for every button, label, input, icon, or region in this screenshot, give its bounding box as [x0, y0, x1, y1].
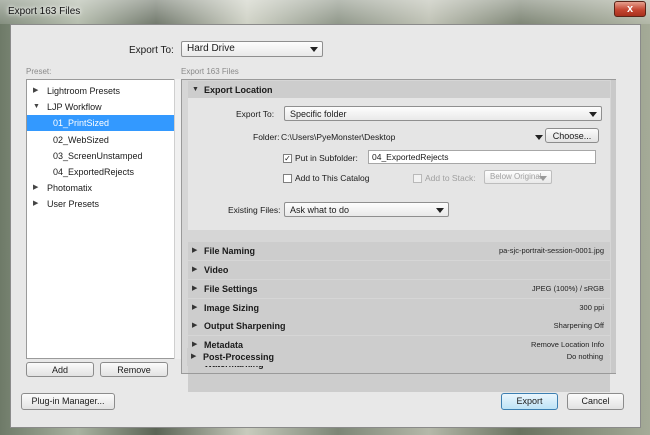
- section-title: Video: [204, 265, 229, 275]
- collapsed-icon[interactable]: ▶: [33, 180, 38, 196]
- collapsed-icon[interactable]: ▶: [191, 348, 196, 366]
- section-summary: Sharpening Off: [553, 321, 604, 330]
- title-bar: Export 163 Files x: [0, 0, 650, 24]
- preset-group-lightroom[interactable]: ▶ Lightroom Presets: [27, 83, 174, 99]
- preset-label: Preset:: [26, 67, 52, 76]
- existing-files-value: Ask what to do: [290, 205, 350, 215]
- section-summary: pa-sjc-portrait-session-0001.jpg: [498, 246, 604, 255]
- subfolder-input[interactable]: 04_ExportedRejects: [368, 150, 596, 164]
- section-title: Output Sharpening: [204, 321, 286, 331]
- preset-item-exportedrejects[interactable]: 04_ExportedRejects: [27, 164, 174, 180]
- export-to-row: Export To: Hard Drive: [11, 41, 642, 61]
- plugin-manager-button[interactable]: Plug-in Manager...: [21, 393, 115, 410]
- export-to-value: Hard Drive: [187, 43, 235, 54]
- collapsed-icon[interactable]: ▶: [192, 317, 197, 335]
- tree-item-label: 04_ExportedRejects: [53, 167, 135, 177]
- collapsed-icon[interactable]: ▶: [33, 196, 38, 212]
- tree-item-label: 02_WebSized: [53, 135, 109, 145]
- window-title: Export 163 Files: [8, 6, 81, 17]
- expanded-icon[interactable]: ▼: [33, 99, 40, 115]
- chevron-down-icon: [310, 47, 318, 52]
- section-title: Post-Processing: [203, 352, 275, 362]
- section-post-processing-row[interactable]: ▶ Post-Processing Do nothing: [187, 348, 609, 366]
- preset-group-ljp-workflow[interactable]: ▼ LJP Workflow: [27, 99, 174, 115]
- settings-panel: ▼ Export Location Export To: Specific fo…: [181, 79, 616, 392]
- close-button[interactable]: x: [614, 1, 646, 17]
- section-summary: JPEG (100%) / sRGB: [531, 284, 604, 293]
- folder-label: Folder:: [253, 132, 280, 142]
- location-export-to-label: Export To:: [236, 109, 275, 119]
- section-output-sharpening[interactable]: ▶ Output Sharpening Sharpening Off: [188, 317, 610, 335]
- chevron-down-icon: [539, 176, 547, 181]
- stack-position-select[interactable]: Below Original: [484, 170, 552, 184]
- preset-tree[interactable]: ▶ Lightroom Presets ▼ LJP Workflow 01_Pr…: [26, 79, 185, 359]
- location-export-to-value: Specific folder: [290, 109, 347, 119]
- subfolder-checkbox[interactable]: ✓: [283, 154, 292, 163]
- tree-item-label: 03_ScreenUnstamped: [53, 151, 143, 161]
- subfolder-label: Put in Subfolder:: [295, 153, 358, 163]
- expanded-icon[interactable]: ▼: [192, 81, 199, 99]
- chevron-down-icon: [436, 208, 444, 213]
- section-video[interactable]: ▶ Video: [188, 261, 610, 279]
- location-export-to-select[interactable]: Specific folder: [284, 106, 602, 121]
- existing-files-select[interactable]: Ask what to do: [284, 202, 449, 217]
- collapsed-icon[interactable]: ▶: [192, 280, 197, 298]
- export-dialog: Export To: Hard Drive Preset: Export 163…: [10, 24, 641, 428]
- add-to-catalog-checkbox[interactable]: [283, 174, 292, 183]
- existing-files-label: Existing Files:: [228, 205, 281, 215]
- preset-item-screenunstamped[interactable]: 03_ScreenUnstamped: [27, 148, 174, 164]
- tree-item-label: LJP Workflow: [47, 102, 102, 112]
- collapsed-icon[interactable]: ▶: [192, 299, 197, 317]
- section-image-sizing[interactable]: ▶ Image Sizing 300 ppi: [188, 299, 610, 317]
- tree-item-label: 01_PrintSized: [53, 118, 110, 128]
- preset-group-photomatix[interactable]: ▶ Photomatix: [27, 180, 174, 196]
- preset-group-user-presets[interactable]: ▶ User Presets: [27, 196, 174, 212]
- collapsed-icon[interactable]: ▶: [192, 242, 197, 260]
- add-to-stack-label: Add to Stack:: [425, 173, 476, 183]
- preset-item-websized[interactable]: 02_WebSized: [27, 132, 174, 148]
- add-to-catalog-label: Add to This Catalog: [295, 173, 370, 183]
- remove-preset-button[interactable]: Remove: [100, 362, 168, 377]
- tree-item-label: Lightroom Presets: [47, 86, 121, 96]
- collapsed-icon[interactable]: ▶: [33, 83, 38, 99]
- section-file-naming[interactable]: ▶ File Naming pa-sjc-portrait-session-00…: [188, 242, 610, 260]
- chevron-down-icon: [589, 112, 597, 117]
- folder-dropdown-icon[interactable]: [535, 135, 543, 140]
- section-export-location[interactable]: ▼ Export Location: [188, 81, 610, 99]
- section-title: File Settings: [204, 284, 258, 294]
- cancel-button[interactable]: Cancel: [567, 393, 624, 410]
- export-location-body: Export To: Specific folder Folder: C:\Us…: [188, 98, 610, 230]
- folder-path: C:\Users\PyeMonster\Desktop: [281, 132, 396, 142]
- add-preset-button[interactable]: Add: [26, 362, 94, 377]
- section-summary: Do nothing: [566, 352, 603, 361]
- section-post-processing[interactable]: [188, 374, 610, 392]
- section-summary: 300 ppi: [579, 303, 604, 312]
- preset-item-printsized[interactable]: 01_PrintSized: [27, 115, 174, 131]
- collapsed-icon[interactable]: ▶: [192, 261, 197, 279]
- export-count-label: Export 163 Files: [181, 67, 239, 76]
- export-button[interactable]: Export: [501, 393, 558, 410]
- export-to-label: Export To:: [129, 45, 174, 56]
- export-to-select[interactable]: Hard Drive: [181, 41, 323, 57]
- section-title: File Naming: [204, 246, 256, 256]
- choose-folder-button[interactable]: Choose...: [545, 128, 599, 143]
- stack-position-value: Below Original: [490, 172, 542, 181]
- settings-scrollbar[interactable]: [611, 80, 616, 373]
- add-to-stack-checkbox[interactable]: [413, 174, 422, 183]
- tree-item-label: Photomatix: [47, 183, 93, 193]
- section-title: Export Location: [204, 85, 273, 95]
- section-title: Image Sizing: [204, 303, 260, 313]
- section-file-settings[interactable]: ▶ File Settings JPEG (100%) / sRGB: [188, 280, 610, 298]
- tree-item-label: User Presets: [47, 199, 100, 209]
